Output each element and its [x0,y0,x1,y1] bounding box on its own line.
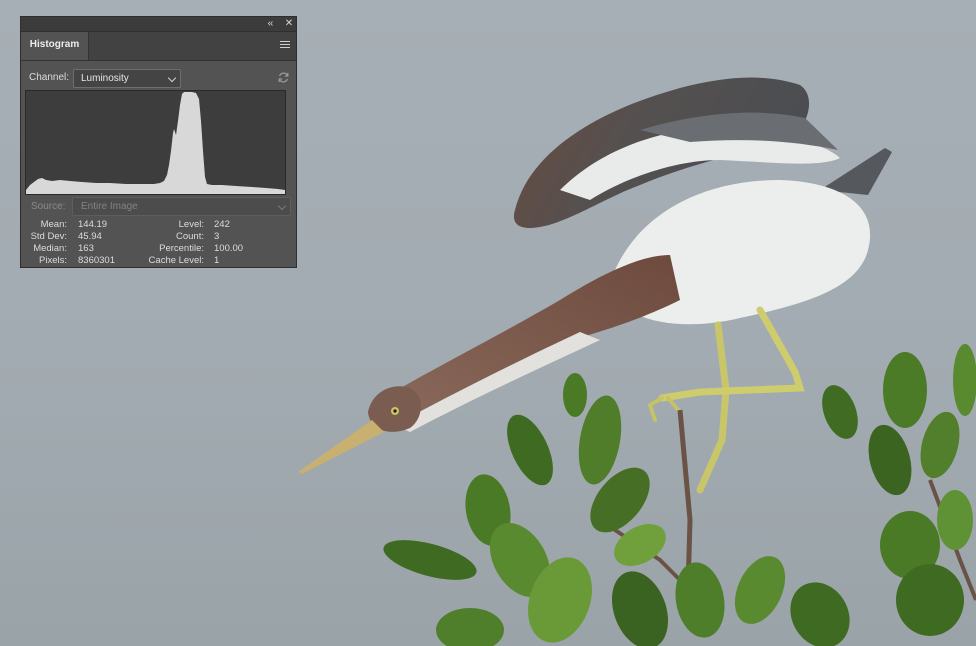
source-label: Source: [31,201,66,212]
stat-stddev-label: Std Dev: [30,231,67,242]
stat-row: Std Dev: 45.94 Count: 3 [21,231,298,243]
stat-row: Median: 163 Percentile: 100.00 [21,243,298,255]
stat-percentile-value: 100.00 [214,243,244,254]
stat-count-label: Count: [176,231,204,242]
stat-percentile-label: Percentile: [159,243,204,254]
histogram-curve [26,92,285,194]
tab-histogram[interactable]: Histogram [21,32,89,60]
channel-dropdown[interactable]: Luminosity [73,69,181,88]
hamburger-menu-icon[interactable] [280,41,290,49]
stat-row: Pixels: 8360301 Cache Level: 1 [21,255,298,267]
stat-median-label: Median: [33,243,67,254]
close-panel-icon[interactable]: ✕ [282,17,296,31]
chevron-down-icon [277,201,287,211]
source-row: Source: Entire Image [21,197,298,217]
histogram-graph [25,90,286,195]
stat-mean-label: Mean: [40,219,67,230]
stat-level-value: 242 [214,219,230,230]
source-dropdown-value: Entire Image [81,201,138,212]
stat-stddev-value: 45.94 [78,231,102,242]
stat-cache-level-value: 1 [214,255,220,266]
stat-median-value: 163 [78,243,94,254]
channel-dropdown-value: Luminosity [81,73,129,84]
stat-pixels-value: 8360301 [78,255,115,266]
source-dropdown[interactable]: Entire Image [72,197,291,216]
collapse-panel-icon[interactable]: ‹‹ [263,17,277,31]
stat-mean-value: 144.19 [78,219,108,230]
chevron-down-icon [167,73,177,83]
stat-row: Mean: 144.19 Level: 242 [21,219,298,231]
panel-title-bar[interactable]: ‹‹ ✕ [21,17,296,32]
stat-pixels-label: Pixels: [39,255,67,266]
stat-level-label: Level: [178,219,204,230]
stat-count-value: 3 [214,231,220,242]
stat-cache-level-label: Cache Level: [148,255,204,266]
histogram-panel: ‹‹ ✕ Histogram Channel: Luminosity Sourc… [20,16,297,268]
channel-label: Channel: [29,72,70,83]
refresh-icon[interactable] [277,71,290,84]
panel-tab-bar: Histogram [21,32,296,61]
